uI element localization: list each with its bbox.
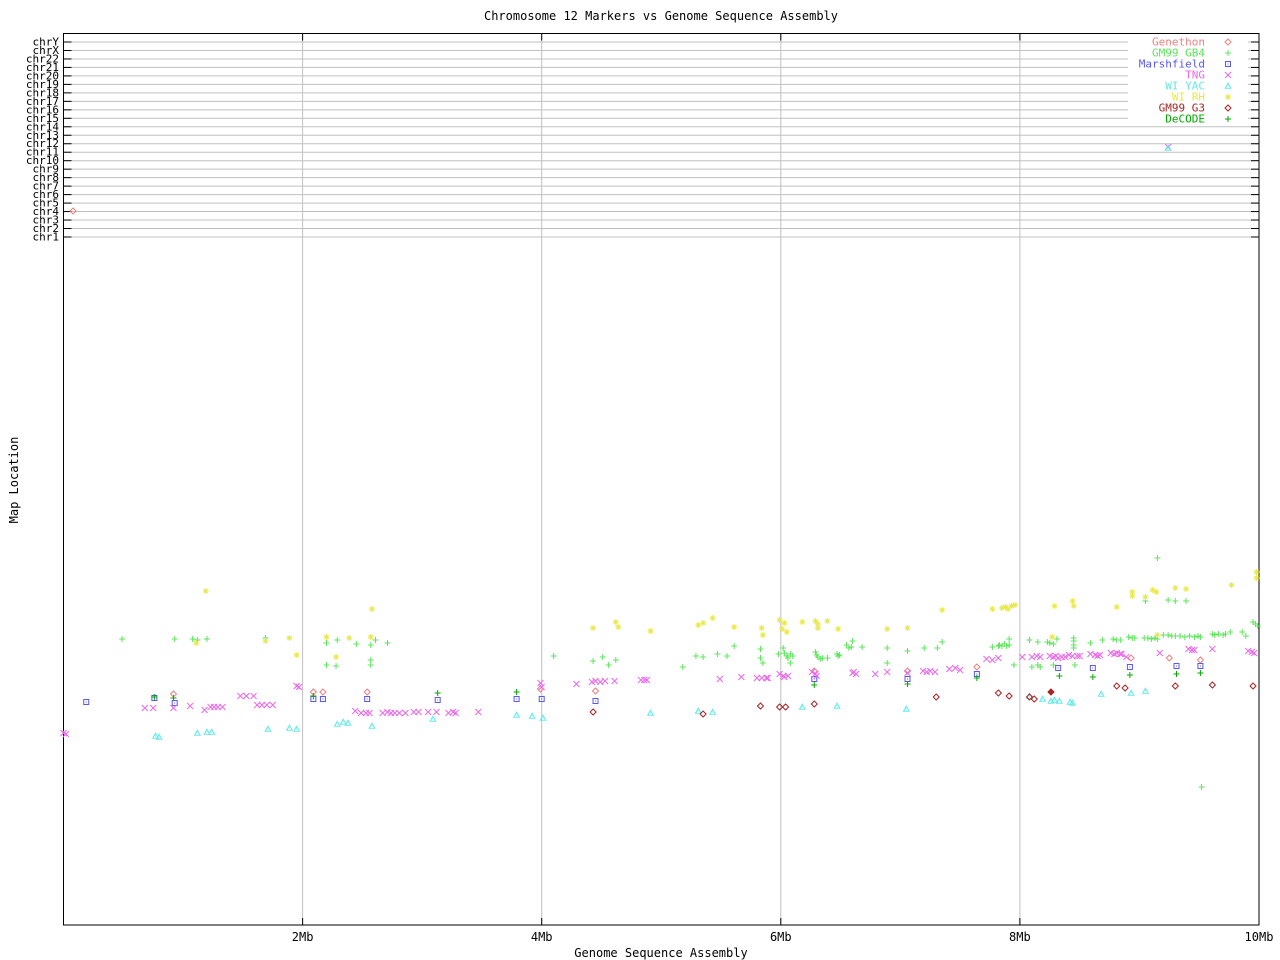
legend-marker-icon — [1225, 94, 1231, 100]
x-axis-ticks: 2Mb 4Mb 6Mb 8Mb 10Mb — [292, 34, 1274, 945]
series-genethon — [70, 208, 1203, 697]
series-gm99-g3 — [590, 682, 1256, 717]
chromosome-label: chr1 — [33, 230, 60, 243]
series-gm99-gb4 — [119, 555, 1261, 790]
series-decode — [151, 670, 1203, 701]
x-tick-label: 4Mb — [531, 930, 553, 944]
x-tick-label: 10Mb — [1245, 930, 1274, 944]
chart-page: Chromosome 12 Markers vs Genome Sequence… — [0, 0, 1280, 960]
series-marshfield — [84, 664, 1203, 706]
gridlines — [64, 34, 1260, 926]
series-wi-yac — [153, 145, 1171, 739]
plot-area: chrYchrXchr22chr21chr20chr19chr18chr17ch… — [0, 0, 1280, 960]
x-tick-label: 2Mb — [292, 930, 314, 944]
x-tick-label: 8Mb — [1009, 930, 1031, 944]
series-tng — [61, 144, 1258, 737]
legend-label: DeCODE — [1165, 113, 1205, 126]
plot-border — [64, 34, 1260, 926]
x-tick-label: 6Mb — [770, 930, 792, 944]
chromosome-axis: chrYchrXchr22chr21chr20chr19chr18chr17ch… — [26, 36, 1259, 244]
series-wi-rh — [193, 569, 1259, 660]
